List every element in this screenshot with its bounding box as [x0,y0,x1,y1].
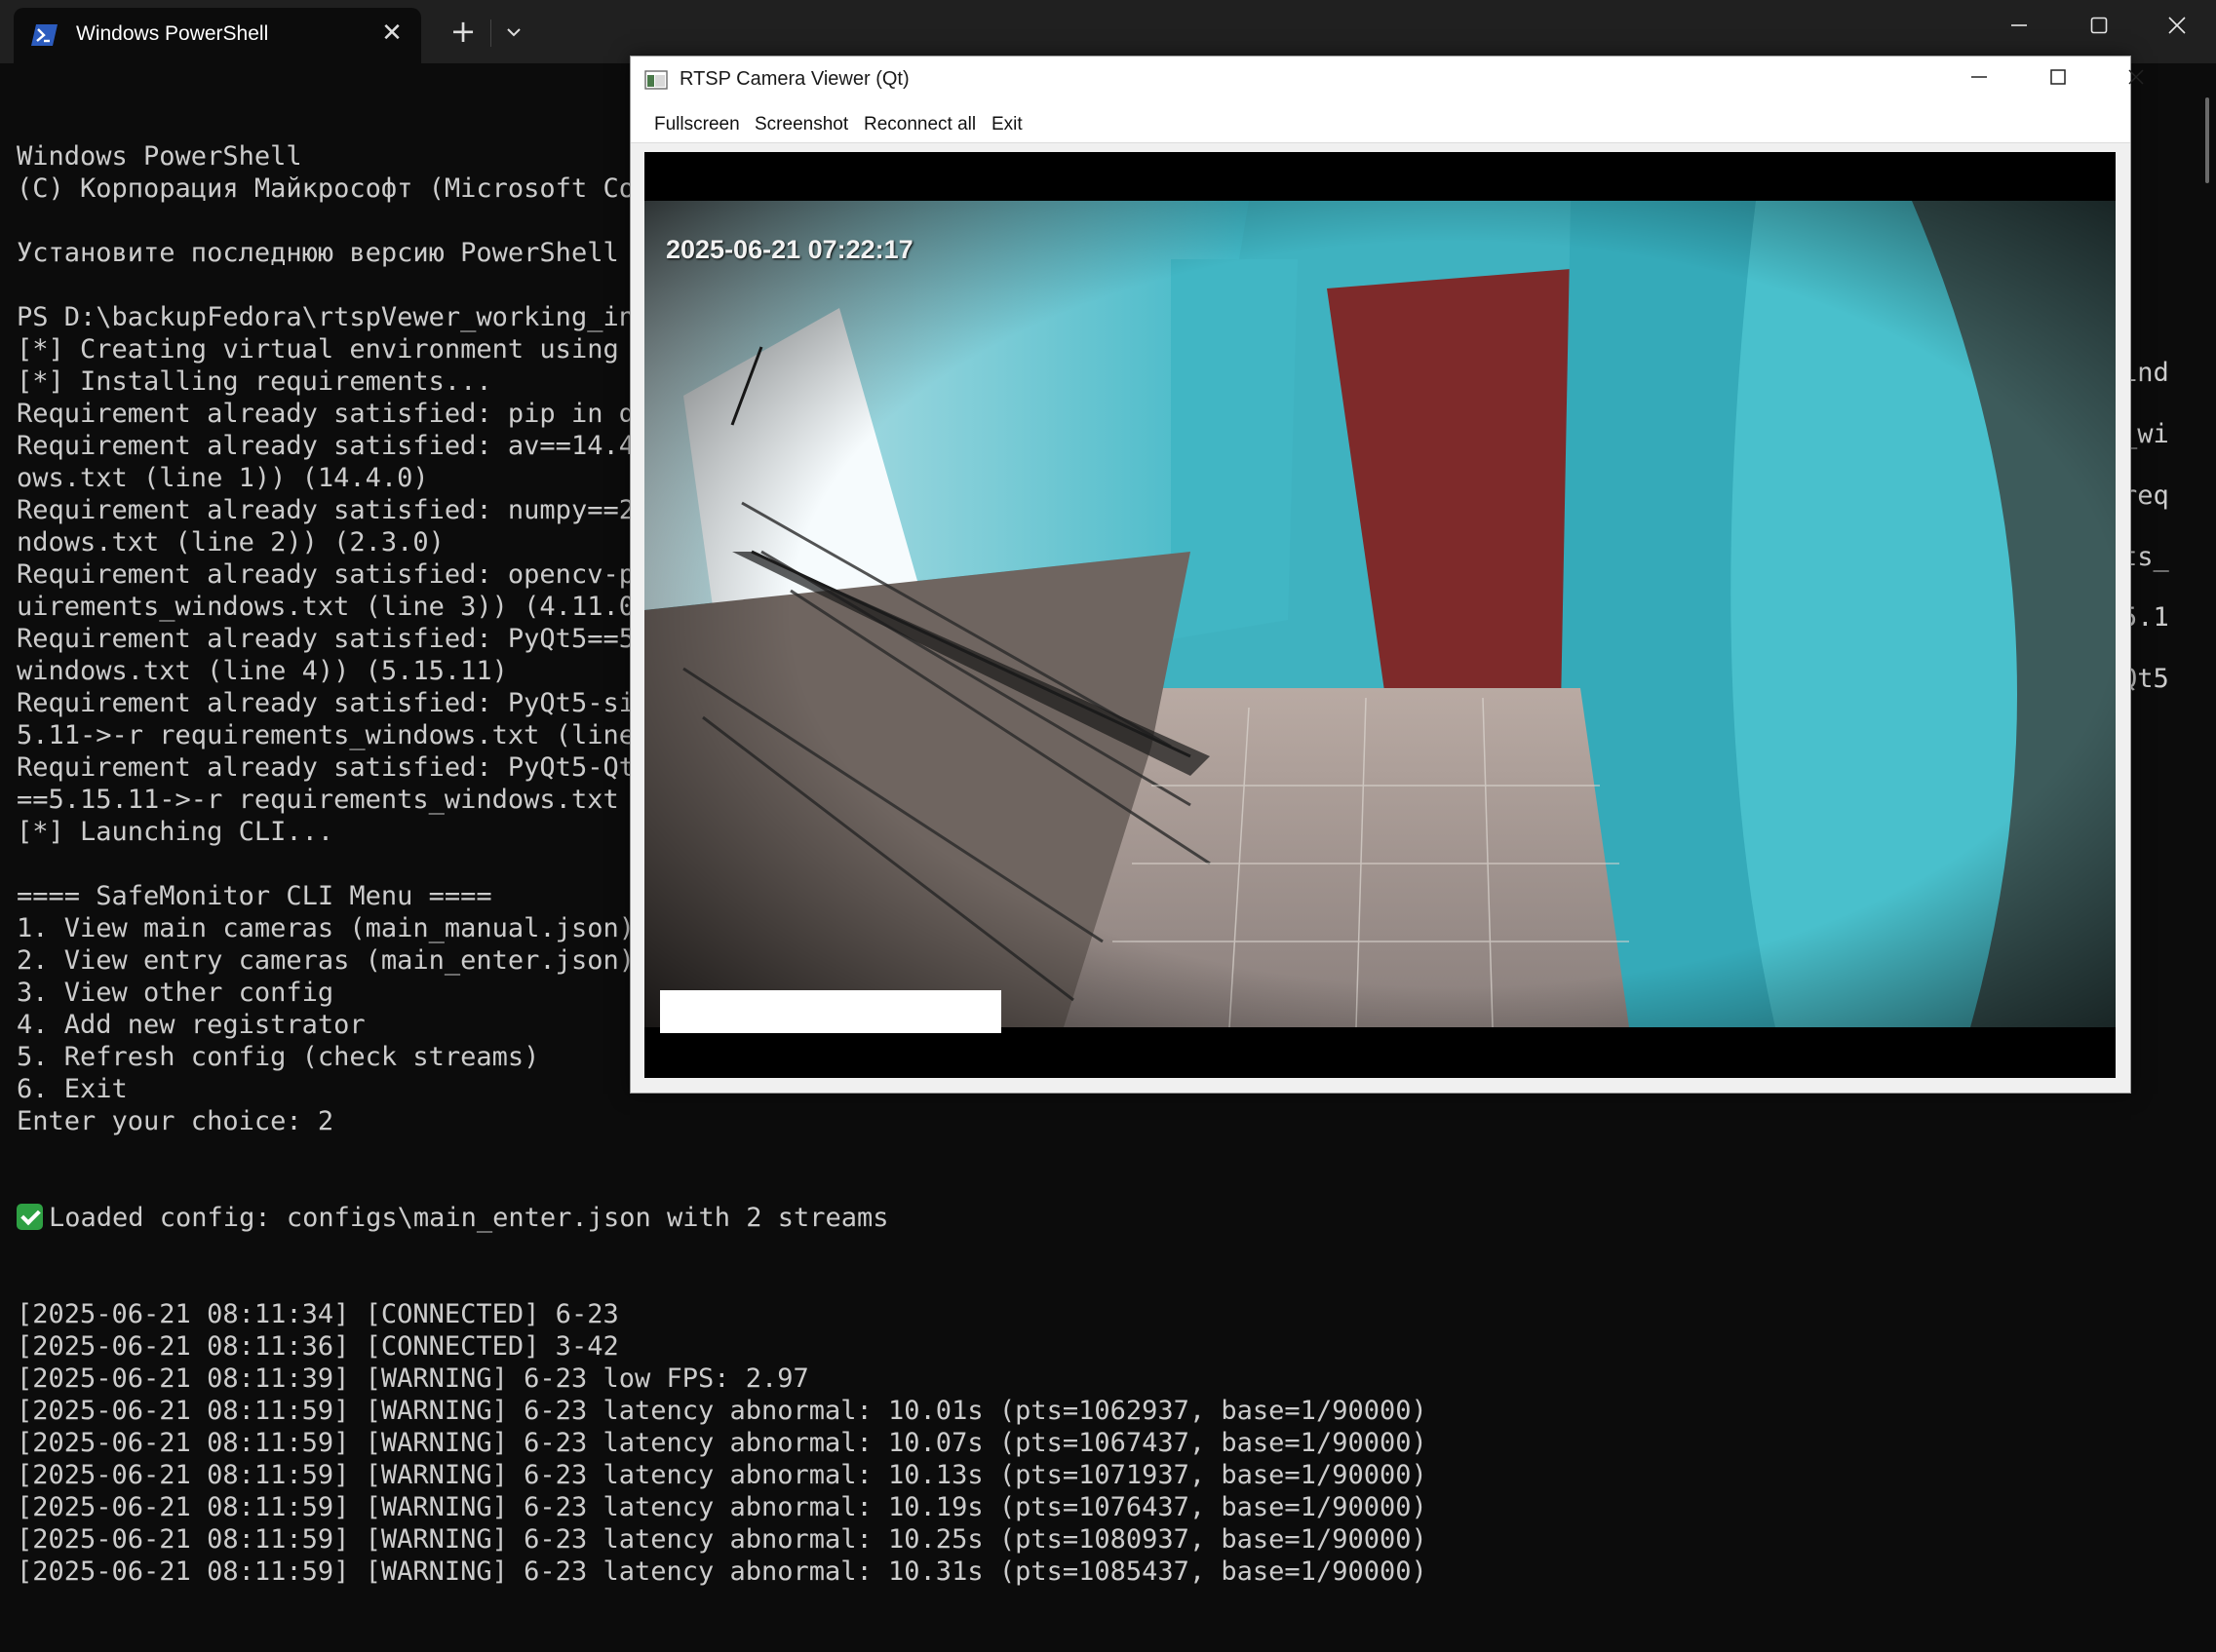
loaded-config-text: Loaded config: configs\main_enter.json w… [49,1203,889,1233]
viewer-maximize-button[interactable] [2032,61,2084,100]
menu-exit[interactable]: Exit [991,114,1023,135]
log-line: [2025-06-21 08:11:59] [WARNING] 6-23 lat… [17,1396,1427,1426]
terminal-minimize-button[interactable] [1995,10,2043,49]
close-icon [2128,69,2144,85]
terminal-scrollbar[interactable] [2205,97,2209,183]
viewer-minimize-button[interactable] [1953,61,2005,100]
new-tab-button[interactable]: + [448,16,478,47]
log-line: [2025-06-21 08:11:59] [WARNING] 6-23 lat… [17,1428,1427,1458]
log-line: [2025-06-21 08:11:59] [WARNING] 6-23 lat… [17,1524,1427,1555]
terminal-maximize-button[interactable] [2075,10,2123,49]
powershell-icon [31,24,58,46]
viewer-title: RTSP Camera Viewer (Qt) [680,68,910,90]
chevron-down-icon [507,28,521,37]
viewer-close-button[interactable] [2110,61,2162,100]
loaded-config-line: Loaded config: configs\main_enter.json w… [17,1202,2191,1234]
log-line: [2025-06-21 08:11:59] [WARNING] 6-23 lat… [17,1556,1427,1587]
log-line: [2025-06-21 08:11:59] [WARNING] 6-23 lat… [17,1460,1427,1490]
maximize-icon [2050,69,2066,85]
terminal-close-button[interactable] [2153,10,2201,49]
tab-title: Windows PowerShell [76,22,269,45]
app-window-icon [644,70,668,90]
menu-screenshot[interactable]: Screenshot [755,114,848,135]
tab-dropdown-icon[interactable] [499,18,528,47]
viewer-menu-bar: Fullscreen Screenshot Reconnect all Exit [631,105,2130,143]
terminal-line: Enter your choice: 2 [17,1106,334,1136]
camera-osd-timestamp: 2025-06-21 07:22:17 [666,235,914,264]
redaction-block [660,990,1001,1033]
menu-fullscreen[interactable]: Fullscreen [654,114,740,135]
log-line: [2025-06-21 08:11:34] [CONNECTED] 6-23 [17,1299,619,1329]
camera-video-panel[interactable]: 2025-06-21 07:22:17 [644,152,2116,1078]
minimize-icon [2011,24,2027,26]
terminal-tab-bar: Windows PowerShell ✕ + [0,0,2216,63]
tab-windows-powershell[interactable]: Windows PowerShell ✕ [14,8,421,63]
viewer-title-bar[interactable]: RTSP Camera Viewer (Qt) [631,57,2144,105]
check-mark-icon [17,1204,43,1230]
rtsp-viewer-window: RTSP Camera Viewer (Qt) Fullscreen Scree… [630,56,2144,1094]
maximize-icon [2090,17,2108,34]
menu-reconnect-all[interactable]: Reconnect all [864,114,976,135]
log-line: [2025-06-21 08:11:39] [WARNING] 6-23 low… [17,1364,809,1394]
close-icon [2168,17,2186,34]
tab-close-icon[interactable]: ✕ [380,20,404,46]
log-line: [2025-06-21 08:11:36] [CONNECTED] 3-42 [17,1331,619,1362]
minimize-icon [1971,76,1987,78]
tab-separator [490,19,491,47]
log-line: [2025-06-21 08:11:59] [WARNING] 6-23 lat… [17,1492,1427,1522]
camera-video-frame [644,201,2116,1027]
log-lines: [2025-06-21 08:11:34] [CONNECTED] 6-23 [2… [17,1298,2191,1588]
